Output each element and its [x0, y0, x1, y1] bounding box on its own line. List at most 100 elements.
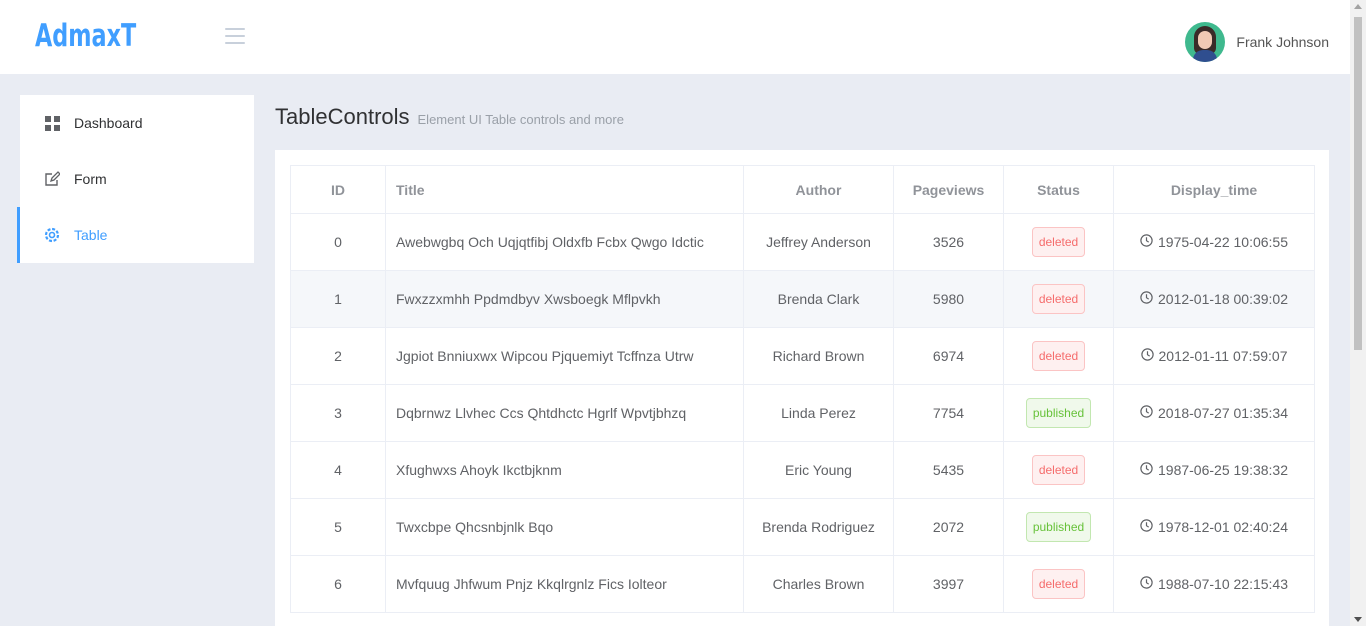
user-menu[interactable]: Frank Johnson	[1185, 22, 1329, 62]
sidebar-item-form[interactable]: Form	[20, 151, 254, 207]
cell-author: Richard Brown	[743, 327, 894, 385]
cell-status: published	[1003, 498, 1114, 556]
cell-pageviews: 5980	[893, 270, 1004, 328]
menu-toggle-icon[interactable]	[225, 28, 245, 44]
column-header-status[interactable]: Status	[1003, 165, 1114, 214]
cell-author: Brenda Clark	[743, 270, 894, 328]
clock-icon	[1140, 576, 1158, 592]
table-card: ID Title Author Pageviews Status Display…	[275, 150, 1329, 626]
time-text: 2012-01-11 07:59:07	[1158, 348, 1288, 364]
status-badge: deleted	[1031, 569, 1086, 599]
cell-pageviews: 6974	[893, 327, 1004, 385]
clock-icon	[1140, 462, 1158, 478]
cell-status: deleted	[1003, 270, 1114, 328]
table-row[interactable]: 2 Jgpiot Bnniuxwx Wipcou Pjquemiyt Tcffnz…	[290, 327, 1315, 385]
cell-author: Brenda Rodriguez	[743, 498, 894, 556]
cell-status: deleted	[1003, 555, 1114, 613]
top-header: AdmaxT Frank Johnson	[0, 0, 1350, 74]
avatar[interactable]	[1185, 22, 1226, 62]
cell-title: Twxcbpe Qhcsnbjnlk Bqo	[385, 498, 744, 556]
cell-author: Charles Brown	[743, 555, 894, 613]
table-row[interactable]: 1 Fwxzzxmhh Ppdmdbyv Xwsboegk Mflpvkh Bren…	[290, 270, 1315, 328]
cell-title: Mvfquug Jhfwum Pnjz Kkqlrgnlz Fics Iolte…	[385, 555, 744, 613]
cell-pageviews: 3997	[893, 555, 1004, 613]
sidebar: Dashboard Form Table	[17, 95, 254, 263]
page-header: TableControls Element UI Table controls …	[275, 104, 624, 130]
column-header-title[interactable]: Title	[385, 165, 744, 214]
cell-display-time: 1978-12-01 02:40:24	[1113, 498, 1315, 556]
table-row[interactable]: 3 Dqbrnwz Llvhec Ccs Qhtdhctc Hgrlf Wpvtj…	[290, 384, 1315, 442]
clock-icon	[1140, 519, 1158, 535]
cell-id: 3	[290, 384, 386, 442]
page-scrollbar[interactable]	[1350, 0, 1366, 626]
cell-title: Jgpiot Bnniuxwx Wipcou Pjquemiyt Tcffnza…	[385, 327, 744, 385]
cell-author: Linda Perez	[743, 384, 894, 442]
clock-icon	[1140, 348, 1159, 364]
status-badge: published	[1025, 398, 1092, 428]
column-header-pageviews[interactable]: Pageviews	[893, 165, 1004, 214]
time-text: 1978-12-01 02:40:24	[1158, 519, 1288, 535]
cell-display-time: 1987-06-25 19:38:32	[1113, 441, 1315, 499]
time-text: 1987-06-25 19:38:32	[1158, 462, 1288, 478]
page-title: TableControls	[275, 104, 410, 129]
status-badge: deleted	[1031, 341, 1086, 371]
cell-pageviews: 5435	[893, 441, 1004, 499]
status-badge: deleted	[1031, 227, 1086, 257]
cell-pageviews: 7754	[893, 384, 1004, 442]
clock-icon	[1140, 291, 1158, 307]
logo[interactable]: AdmaxT	[35, 18, 136, 54]
table-header-row: ID Title Author Pageviews Status Display…	[290, 165, 1315, 214]
table-row[interactable]: 5 Twxcbpe Qhcsnbjnlk Bqo Brenda Rodriguez 2…	[290, 498, 1315, 556]
column-header-display-time[interactable]: Display_time	[1113, 165, 1315, 214]
cell-id: 5	[290, 498, 386, 556]
cell-display-time: 1988-07-10 22:15:43	[1113, 555, 1315, 613]
table-row[interactable]: 0 Awebwgbq Och Uqjqtfibj Oldxfb Fcbx Qwgo…	[290, 213, 1315, 271]
cell-status: deleted	[1003, 327, 1114, 385]
data-table: ID Title Author Pageviews Status Display…	[290, 165, 1315, 613]
clock-icon	[1140, 405, 1158, 421]
scroll-up-icon[interactable]	[1354, 4, 1362, 9]
cell-display-time: 2018-07-27 01:35:34	[1113, 384, 1315, 442]
cell-author: Eric Young	[743, 441, 894, 499]
column-header-id[interactable]: ID	[290, 165, 386, 214]
cell-display-time: 1975-04-22 10:06:55	[1113, 213, 1315, 271]
clock-icon	[1140, 234, 1158, 250]
cell-title: Awebwgbq Och Uqjqtfibj Oldxfb Fcbx Qwgo …	[385, 213, 744, 271]
scroll-down-icon[interactable]	[1354, 617, 1362, 622]
cell-id: 6	[290, 555, 386, 613]
sidebar-item-table[interactable]: Table	[17, 207, 254, 263]
status-badge: published	[1025, 512, 1092, 542]
cell-title: Dqbrnwz Llvhec Ccs Qhtdhctc Hgrlf Wpvtjb…	[385, 384, 744, 442]
time-text: 1975-04-22 10:06:55	[1158, 234, 1288, 250]
grid-icon	[44, 115, 60, 131]
column-header-author[interactable]: Author	[743, 165, 894, 214]
cell-id: 1	[290, 270, 386, 328]
user-name[interactable]: Frank Johnson	[1236, 34, 1329, 50]
app: AdmaxT Frank Johnson Dashboard Form Tabl…	[0, 0, 1366, 626]
cell-status: published	[1003, 384, 1114, 442]
cell-status: deleted	[1003, 441, 1114, 499]
sidebar-item-label: Form	[74, 171, 107, 187]
scrollbar-thumb[interactable]	[1354, 17, 1362, 350]
time-text: 2012-01-18 00:39:02	[1158, 291, 1288, 307]
cell-title: Xfughwxs Ahoyk Ikctbjknm	[385, 441, 744, 499]
edit-icon	[44, 171, 60, 187]
cell-display-time: 2012-01-11 07:59:07	[1113, 327, 1315, 385]
time-text: 1988-07-10 22:15:43	[1158, 576, 1288, 592]
table-body: 0 Awebwgbq Och Uqjqtfibj Oldxfb Fcbx Qwgo…	[290, 213, 1315, 613]
table-row[interactable]: 6 Mvfquug Jhfwum Pnjz Kkqlrgnlz Fics Iolt…	[290, 555, 1315, 613]
cell-id: 4	[290, 441, 386, 499]
cell-pageviews: 2072	[893, 498, 1004, 556]
sidebar-item-label: Table	[74, 227, 108, 243]
table-row[interactable]: 4 Xfughwxs Ahoyk Ikctbjknm Eric Young 5435 d…	[290, 441, 1315, 499]
cell-display-time: 2012-01-18 00:39:02	[1113, 270, 1315, 328]
cell-author: Jeffrey Anderson	[743, 213, 894, 271]
sidebar-item-label: Dashboard	[74, 115, 143, 131]
cell-status: deleted	[1003, 213, 1114, 271]
sidebar-item-dashboard[interactable]: Dashboard	[20, 95, 254, 151]
page-subtitle: Element UI Table controls and more	[417, 112, 624, 127]
cell-title: Fwxzzxmhh Ppdmdbyv Xwsboegk Mflpvkh	[385, 270, 744, 328]
cell-pageviews: 3526	[893, 213, 1004, 271]
time-text: 2018-07-27 01:35:34	[1158, 405, 1288, 421]
cell-id: 2	[290, 327, 386, 385]
